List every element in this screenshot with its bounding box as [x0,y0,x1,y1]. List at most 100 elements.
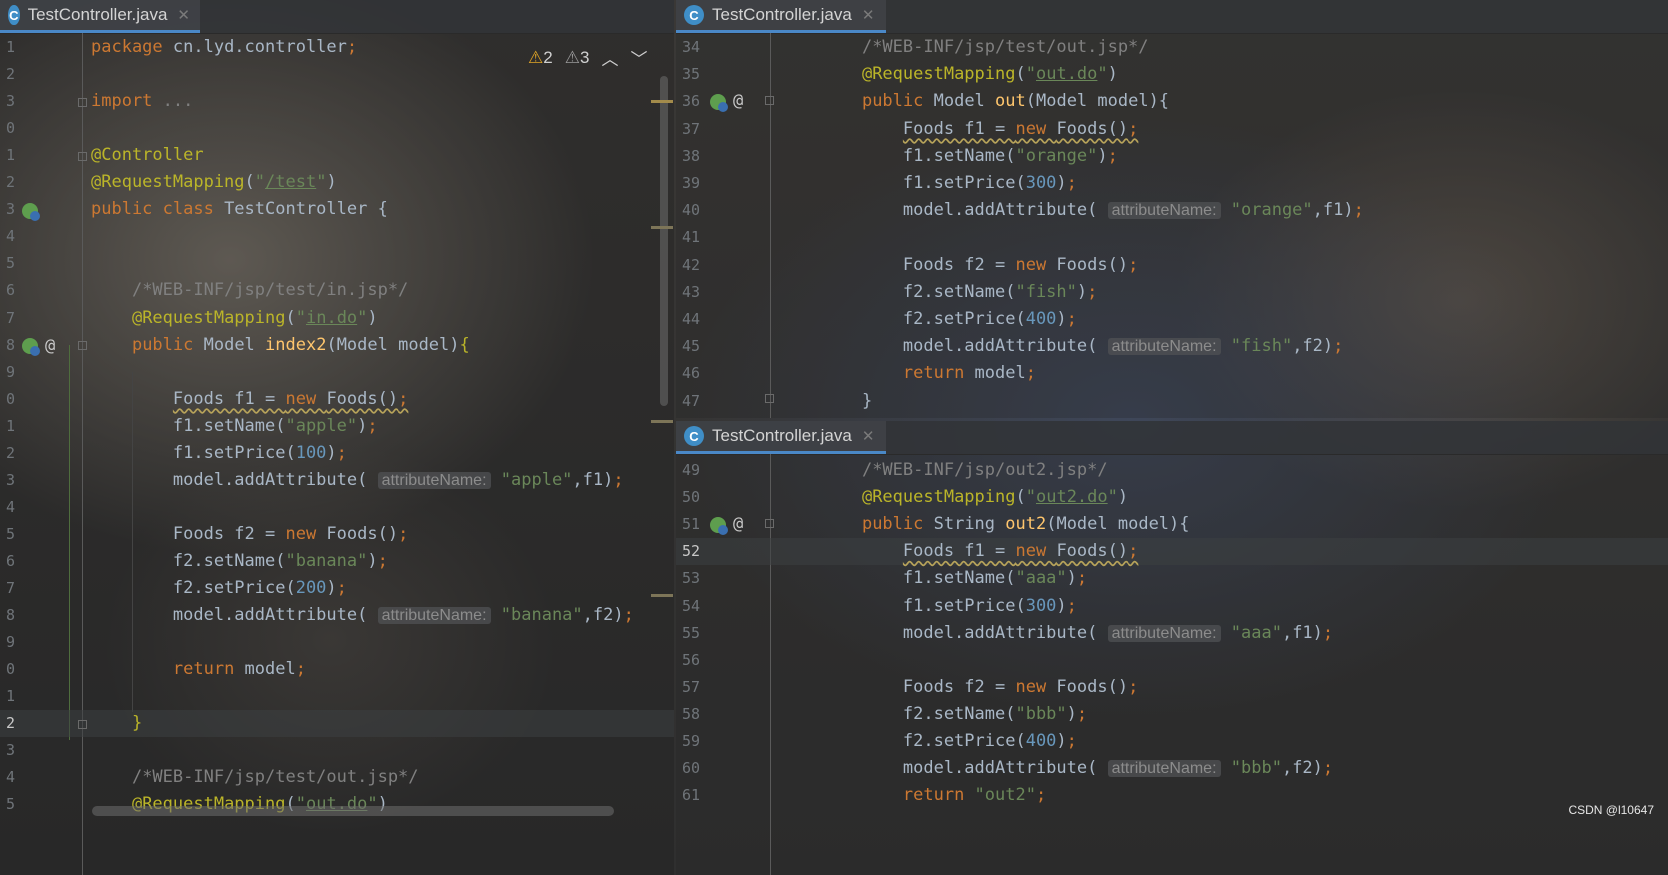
code-line[interactable]: 1 package cn.lyd.controller; [0,34,674,61]
code-token: f2.setPrice( [821,309,1026,329]
code-line[interactable]: 39 f1.setPrice(300); [676,170,1668,197]
line-number: 6 [6,551,16,570]
fold-marker-icon[interactable] [765,519,774,528]
code-line[interactable]: 55 model.addAttribute( attributeName: "a… [676,620,1668,647]
code-line[interactable]: 2 [0,61,674,88]
horizontal-scrollbar[interactable] [92,806,614,816]
code-line[interactable]: 57 Foods f2 = new Foods(); [676,674,1668,701]
spring-bean-icon[interactable] [709,93,729,113]
code-line[interactable]: 1 @Controller [0,142,674,169]
tab-testcontroller-left[interactable]: C TestController.java ✕ [0,0,200,33]
code-token: Foods() [326,523,399,544]
code-token: ; [1066,173,1077,193]
code-line[interactable]: 9 [0,359,674,386]
code-line[interactable]: 51 public String out2(Model model){ [676,511,1668,538]
editor-pane-left[interactable]: C TestController.java ✕ ⚠2 ⚠3 ︿ ﹀ 1 packa… [0,0,674,875]
code-line[interactable]: 52 Foods f1 = new Foods(); [676,538,1668,565]
code-line[interactable]: 4 /*WEB-INF/jsp/test/out.jsp*/ [0,764,674,791]
code-token: ... [162,91,194,112]
code-line[interactable]: 45 model.addAttribute( attributeName: "f… [676,333,1668,360]
code-line[interactable]: 4 [0,223,674,250]
code-token: ; [1322,622,1334,643]
code-line[interactable]: 59 f2.setPrice(400); [676,728,1668,755]
code-line[interactable]: 6 /*WEB-INF/jsp/test/in.jsp*/ [0,277,674,304]
request-mapping-gutter-icon[interactable]: @ [733,91,743,111]
close-icon[interactable]: ✕ [177,6,190,24]
code-token: 400 [1025,309,1057,329]
fold-marker-icon[interactable] [765,96,774,105]
code-line[interactable]: 37 Foods f1 = new Foods(); [676,116,1668,143]
code-line[interactable]: 8 model.addAttribute( attributeName: "ba… [0,602,674,629]
code-line[interactable]: 47 } [676,388,1668,415]
code-line[interactable]: 46 return model; [676,360,1668,387]
code-token: f2.setPrice( [91,578,296,598]
code-line[interactable]: 2 } [0,710,674,737]
code-line[interactable]: 2 f1.setPrice(100); [0,440,674,467]
code-line[interactable]: 49 /*WEB-INF/jsp/out2.jsp*/ [676,457,1668,484]
code-line[interactable]: 7 @RequestMapping("in.do") [0,305,674,332]
code-token: " [316,172,327,193]
code-line[interactable]: 56 [676,647,1668,674]
code-token: Foods() [1056,676,1129,697]
close-icon[interactable]: ✕ [862,6,875,24]
code-line[interactable]: 5 Foods f2 = new Foods(); [0,521,674,548]
spring-bean-icon[interactable] [21,337,41,357]
fold-marker-icon[interactable] [78,98,87,107]
code-line[interactable]: 4 [0,494,674,521]
code-token: f1.setName( [821,568,1016,589]
code-token: ; [1025,363,1036,384]
code-line[interactable]: 54 f1.setPrice(300); [676,593,1668,620]
vertical-scrollbar[interactable] [660,76,668,406]
fold-marker-icon[interactable] [765,394,774,403]
tab-testcontroller-top-right[interactable]: C TestController.java ✕ [676,0,886,33]
close-icon[interactable]: ✕ [862,427,875,445]
code-token: ; [336,442,347,463]
code-line[interactable]: 2 @RequestMapping("/test") [0,169,674,196]
fold-marker-icon[interactable] [78,720,87,729]
code-line[interactable]: 43 f2.setName("fish"); [676,279,1668,306]
code-line[interactable]: 40 model.addAttribute( attributeName: "o… [676,197,1668,224]
code-line[interactable]: 9 [0,629,674,656]
request-mapping-gutter-icon[interactable]: @ [45,336,55,356]
code-line[interactable]: 50 @RequestMapping("out2.do") [676,484,1668,511]
spring-bean-icon[interactable] [21,202,41,222]
code-line[interactable]: 58 f2.setName("bbb"); [676,701,1668,728]
code-token: ,f1) [1281,622,1323,643]
code-line[interactable]: 41 [676,224,1668,251]
code-line[interactable]: 44 f2.setPrice(400); [676,306,1668,333]
code-line[interactable]: 7 f2.setPrice(200); [0,575,674,602]
fold-marker-icon[interactable] [78,152,87,161]
spring-bean-icon[interactable] [709,516,729,536]
code-line[interactable]: 6 f2.setName("banana"); [0,548,674,575]
fold-marker-icon[interactable] [78,341,87,350]
code-token: ) [1056,173,1067,193]
editor-pane-top-right[interactable]: C TestController.java ✕ 34 /*WEB-INF/jsp… [676,0,1668,418]
code-line[interactable]: 53 f1.setName("aaa"); [676,565,1668,592]
code-line[interactable]: 35 @RequestMapping("out.do") [676,61,1668,88]
code-line[interactable]: 0 [0,115,674,142]
code-line[interactable]: 34 /*WEB-INF/jsp/test/out.jsp*/ [676,34,1668,61]
code-token: f1.setPrice( [821,595,1026,616]
code-line[interactable]: 3 import ... [0,88,674,115]
scroll-warning-marker [651,594,673,597]
code-line[interactable]: 38 f1.setName("orange"); [676,143,1668,170]
code-line[interactable]: 60 model.addAttribute( attributeName: "b… [676,755,1668,782]
code-line[interactable]: 8 public Model index2(Model model){ [0,332,674,359]
code-line[interactable]: 42 Foods f2 = new Foods(); [676,252,1668,279]
code-line[interactable]: 36 public Model out(Model model){ [676,88,1668,115]
code-line[interactable]: 3 public class TestController { [0,196,674,223]
code-line[interactable]: 3 [0,737,674,764]
code-line[interactable]: 0 Foods f1 = new Foods(); [0,386,674,413]
code-line[interactable]: 3 model.addAttribute( attributeName: "ap… [0,467,674,494]
editor-pane-bottom-right[interactable]: C TestController.java ✕ 49 /*WEB-INF/jsp… [676,421,1668,875]
code-line[interactable]: 1 f1.setName("apple"); [0,413,674,440]
code-token: Foods f1 = [902,541,1016,562]
code-line[interactable]: 5 [0,250,674,277]
code-line[interactable]: 61 return "out2"; [676,782,1668,809]
tab-testcontroller-bottom-right[interactable]: C TestController.java ✕ [676,421,886,454]
request-mapping-gutter-icon[interactable]: @ [733,514,743,534]
code-line[interactable]: 0 return model; [0,656,674,683]
code-line[interactable]: 1 [0,683,674,710]
